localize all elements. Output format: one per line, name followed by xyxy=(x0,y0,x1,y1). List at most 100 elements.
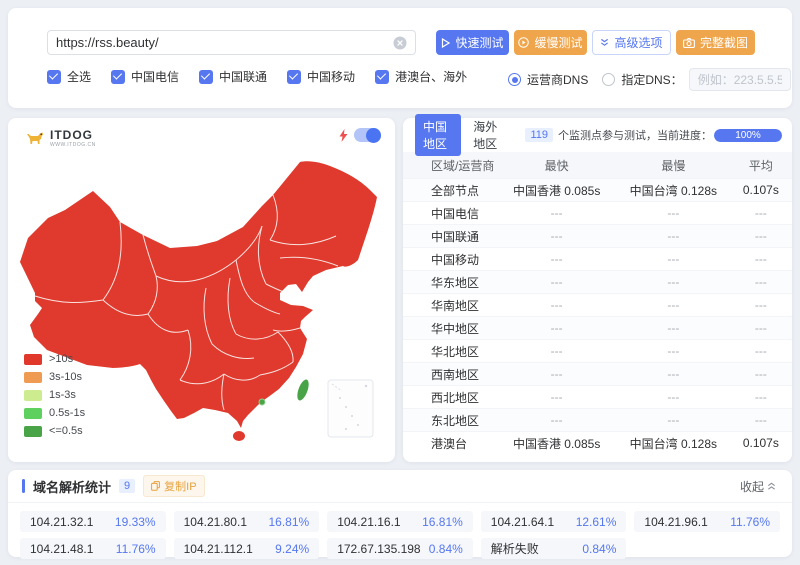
double-chevron-down-icon xyxy=(600,38,609,47)
checkbox-icon xyxy=(199,70,213,84)
hainan-island xyxy=(233,431,245,441)
dog-icon xyxy=(26,130,46,148)
itdog-logo: ITDOG WWW.ITDOG.CN xyxy=(26,129,96,148)
legend-label: 0.5s-1s xyxy=(49,407,85,419)
checkbox-label: 中国电信 xyxy=(131,68,179,85)
col-slowest: 最慢 xyxy=(617,157,730,174)
checkbox-label: 中国联通 xyxy=(219,68,267,85)
checkbox-label: 全选 xyxy=(67,68,91,85)
advanced-options-button[interactable]: 高级选项 xyxy=(592,30,671,55)
double-chevron-up-icon xyxy=(767,481,776,491)
results-header: 中国地区 海外地区 119 个监测点参与测试，当前进度： 100% xyxy=(403,118,792,152)
url-input-wrapper xyxy=(47,30,416,55)
progress-bar: 100% xyxy=(714,129,782,142)
table-row: 西北地区--------- xyxy=(403,385,792,408)
ip-stat-item: 104.21.32.119.33% xyxy=(20,511,166,532)
test-results-panel: 中国地区 海外地区 119 个监测点参与测试，当前进度： 100% 区域/运营商… xyxy=(403,118,792,462)
copy-ip-button[interactable]: 复制IP xyxy=(143,475,204,497)
col-region: 区域/运营商 xyxy=(403,157,496,174)
play-icon xyxy=(441,38,450,48)
legend-swatch xyxy=(24,426,42,437)
dns-stats-title: 域名解析统计 xyxy=(33,477,111,496)
test-config-panel: 快速测试 缓慢测试 高级选项 完整截图 全选 中国电信 中国联通 中国移动 港澳… xyxy=(8,8,792,108)
china-map-panel: ITDOG WWW.ITDOG.CN >10s 3s-10s 1s-3s 0.5… xyxy=(8,118,395,462)
taiwan-island xyxy=(295,378,311,402)
tab-china-region[interactable]: 中国地区 xyxy=(415,114,461,156)
ip-stat-item: 解析失败0.84% xyxy=(481,538,627,559)
latency-legend: >10s 3s-10s 1s-3s 0.5s-1s <=0.5s xyxy=(24,353,85,437)
radio-custom-dns[interactable] xyxy=(602,73,615,86)
checkbox-china-mobile[interactable]: 中国移动 xyxy=(287,68,355,85)
legend-label: 1s-3s xyxy=(49,389,76,401)
full-screenshot-button[interactable]: 完整截图 xyxy=(676,30,755,55)
collapse-button[interactable]: 收起 xyxy=(740,478,776,495)
radio-custom-dns-label: 指定DNS： xyxy=(621,71,682,88)
ip-stat-item: 104.21.48.111.76% xyxy=(20,538,166,559)
play-circle-icon xyxy=(518,37,529,48)
table-row: 华中地区--------- xyxy=(403,316,792,339)
legend-item: 3s-10s xyxy=(24,371,85,383)
south-china-sea-inset xyxy=(328,380,373,437)
col-fastest: 最快 xyxy=(496,157,617,174)
legend-swatch xyxy=(24,372,42,383)
table-header-row: 区域/运营商 最快 最慢 平均 xyxy=(403,152,792,178)
col-avg: 平均 xyxy=(730,157,792,174)
copy-ip-label: 复制IP xyxy=(164,478,196,494)
checkbox-icon xyxy=(287,70,301,84)
camera-icon xyxy=(683,38,695,48)
checkbox-hk-mo-tw-overseas[interactable]: 港澳台、海外 xyxy=(375,68,467,85)
ip-stat-item: 104.21.64.112.61% xyxy=(481,511,627,532)
slow-test-label: 缓慢测试 xyxy=(534,34,582,51)
radio-isp-dns[interactable] xyxy=(508,73,521,86)
quick-test-button[interactable]: 快速测试 xyxy=(436,30,509,55)
table-row: 华东地区--------- xyxy=(403,270,792,293)
legend-swatch xyxy=(24,354,42,365)
legend-item: <=0.5s xyxy=(24,425,85,437)
progress-fill: 100% xyxy=(714,129,782,142)
ip-stat-item: 104.21.16.116.81% xyxy=(327,511,473,532)
full-screenshot-label: 完整截图 xyxy=(700,34,748,51)
table-row: 华南地区--------- xyxy=(403,293,792,316)
checkbox-select-all[interactable]: 全选 xyxy=(47,68,91,85)
isp-checkbox-row: 全选 中国电信 中国联通 中国移动 港澳台、海外 xyxy=(47,68,467,85)
url-input[interactable] xyxy=(56,35,393,50)
table-row: 西南地区--------- xyxy=(403,362,792,385)
clear-input-icon[interactable] xyxy=(393,36,407,50)
dns-resolution-panel: 域名解析统计 9 复制IP 收起 104.21.32.119.33% 104.2… xyxy=(8,470,792,557)
slow-test-button[interactable]: 缓慢测试 xyxy=(514,30,587,55)
ip-stat-item: 104.21.80.116.81% xyxy=(174,511,320,532)
map-mode-toggle[interactable] xyxy=(354,128,381,142)
dns-panel-header: 域名解析统计 9 复制IP 收起 xyxy=(8,470,792,503)
hongkong-marker xyxy=(259,399,265,405)
progress-label: 个监测点参与测试，当前进度： xyxy=(558,127,712,143)
lightning-icon xyxy=(339,129,348,142)
legend-item: 1s-3s xyxy=(24,389,85,401)
checkbox-china-unicom[interactable]: 中国联通 xyxy=(199,68,267,85)
copy-icon xyxy=(151,481,160,491)
title-accent-bar xyxy=(22,479,25,493)
custom-dns-input[interactable] xyxy=(689,68,791,91)
tab-overseas-region[interactable]: 海外地区 xyxy=(465,114,511,156)
table-row: 中国电信--------- xyxy=(403,201,792,224)
checkbox-china-telecom[interactable]: 中国电信 xyxy=(111,68,179,85)
ip-stat-item: 104.21.96.111.76% xyxy=(634,511,780,532)
logo-subtitle: WWW.ITDOG.CN xyxy=(50,143,96,148)
ip-stat-item: 172.67.135.1980.84% xyxy=(327,538,473,559)
quick-test-label: 快速测试 xyxy=(455,34,503,51)
dns-option-row: 运营商DNS 指定DNS： xyxy=(508,68,791,91)
monitor-count-badge: 119 xyxy=(525,128,553,142)
legend-item: >10s xyxy=(24,353,85,365)
legend-swatch xyxy=(24,390,42,401)
dns-count-badge: 9 xyxy=(119,479,135,493)
table-row: 中国联通--------- xyxy=(403,224,792,247)
checkbox-label: 中国移动 xyxy=(307,68,355,85)
radio-isp-dns-label: 运营商DNS xyxy=(527,71,588,88)
table-row: 中国移动--------- xyxy=(403,247,792,270)
logo-title: ITDOG xyxy=(50,129,96,141)
legend-label: 3s-10s xyxy=(49,371,82,383)
checkbox-icon xyxy=(111,70,125,84)
ip-stats-grid: 104.21.32.119.33% 104.21.80.116.81% 104.… xyxy=(8,503,792,565)
table-row: 华北地区--------- xyxy=(403,339,792,362)
table-row: 全部节点中国香港 0.085s中国台湾 0.128s0.107s xyxy=(403,178,792,201)
legend-swatch xyxy=(24,408,42,419)
